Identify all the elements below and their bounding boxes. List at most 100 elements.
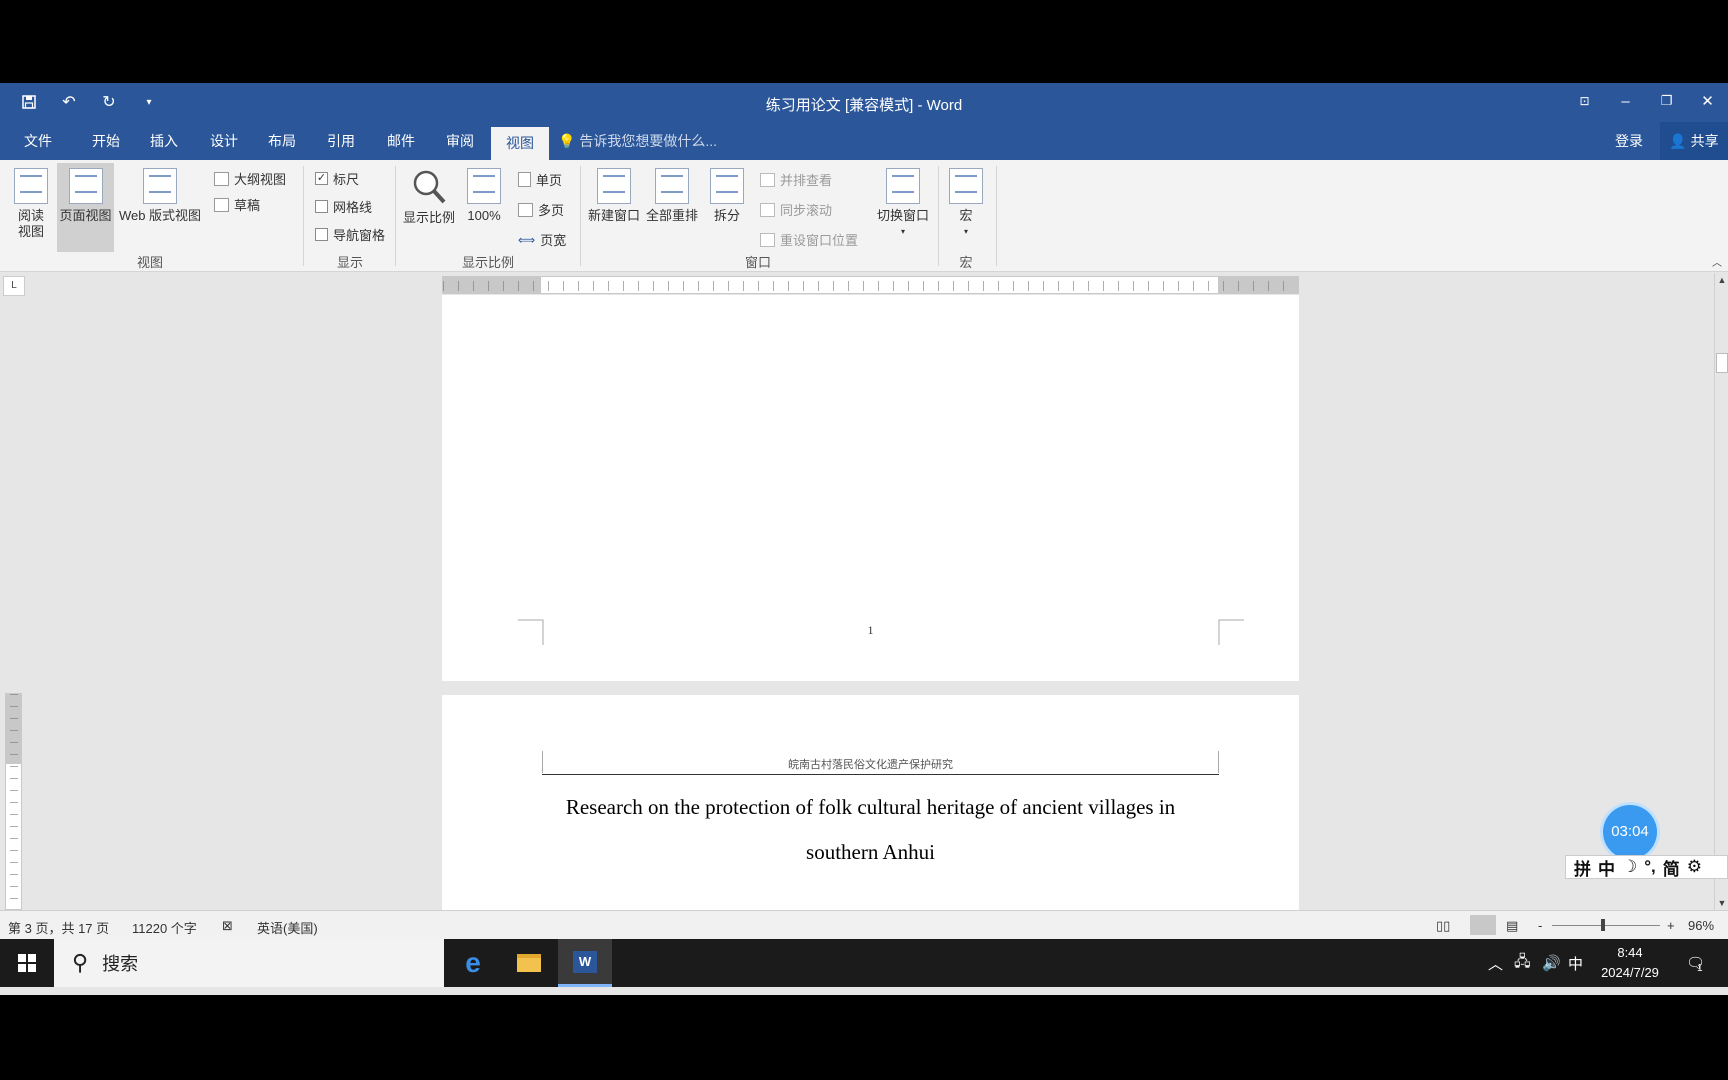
gridlines-checkbox[interactable]: 网格线 — [315, 197, 372, 216]
tab-selector[interactable]: L — [3, 276, 25, 296]
ime-toolbar[interactable]: 拼 中 ☽ °, 简 ⚙ — [1565, 855, 1728, 879]
show-hidden-icons[interactable]: ︿ — [1488, 939, 1503, 987]
system-clock[interactable]: 8:44 2024/7/29 — [1590, 943, 1670, 983]
tab-references[interactable]: 引用 — [317, 122, 365, 160]
tab-view[interactable]: 视图 — [491, 127, 549, 160]
ime-indicator[interactable]: 中 — [1568, 939, 1583, 987]
collapse-ribbon-button[interactable]: ︿ — [1712, 254, 1722, 269]
gear-icon[interactable]: ⚙ — [1687, 857, 1702, 877]
tab-file[interactable]: 文件 — [14, 122, 62, 160]
word-icon: W — [573, 950, 597, 973]
zoom-out-button[interactable]: - — [1538, 918, 1542, 933]
arrange-all-button[interactable]: 全部重排 — [643, 168, 701, 224]
page-2[interactable]: 皖南古村落民俗文化遗产保护研究 Research on the protecti… — [442, 695, 1299, 910]
checkbox-unchecked-icon — [315, 228, 328, 241]
zoom-button[interactable]: 显示比例 — [400, 168, 458, 226]
read-mode-view-icon[interactable]: ▯▯ — [1436, 918, 1450, 934]
ime-pinyin-icon[interactable]: 拼 — [1574, 855, 1591, 880]
tab-home[interactable]: 开始 — [82, 122, 130, 160]
proofing-icon[interactable]: ⊠ — [222, 918, 233, 934]
page-info[interactable]: 第 3 页，共 17 页 — [8, 918, 109, 937]
document-title-english[interactable]: Research on the protection of folk cultu… — [482, 785, 1259, 875]
login-link[interactable]: 登录 — [1615, 122, 1643, 160]
close-button[interactable]: ✕ — [1687, 83, 1728, 119]
ime-simplified-mode[interactable]: 简 — [1663, 855, 1680, 880]
tab-mailings[interactable]: 邮件 — [377, 122, 425, 160]
notification-center-button[interactable]: 🗨 1 — [1686, 939, 1705, 987]
macros-button[interactable]: 宏 ▾ — [944, 168, 988, 240]
zoom-level[interactable]: 96% — [1688, 918, 1714, 933]
print-layout-view-icon[interactable] — [1470, 915, 1496, 935]
nav-pane-checkbox[interactable]: 导航窗格 — [315, 225, 385, 244]
tab-review[interactable]: 审阅 — [436, 122, 484, 160]
page-width-button[interactable]: ⟺ 页宽 — [518, 230, 566, 249]
title-line-2: southern Anhui — [806, 840, 935, 864]
punctuation-icon[interactable]: °, — [1644, 857, 1656, 877]
reset-window-position-button[interactable]: 重设窗口位置 — [760, 230, 858, 249]
split-button[interactable]: 拆分 — [703, 168, 751, 224]
start-button[interactable] — [0, 939, 54, 987]
page-number: 1 — [867, 623, 874, 637]
zoom-slider-thumb[interactable] — [1601, 919, 1605, 931]
web-layout-button[interactable]: Web 版式视图 — [114, 168, 206, 224]
horizontal-ruler[interactable] — [442, 276, 1299, 294]
nav-pane-label: 导航窗格 — [333, 228, 386, 243]
restore-button[interactable]: ❐ — [1646, 83, 1687, 119]
document-area[interactable]: L 1 皖南古村落民俗文化遗产保护研究 Research on the prot… — [0, 273, 1728, 910]
network-icon[interactable]: 🖧 — [1514, 939, 1531, 987]
tab-design[interactable]: 设计 — [200, 122, 248, 160]
vertical-ruler[interactable] — [5, 693, 22, 910]
volume-icon[interactable]: 🔊 — [1542, 939, 1561, 987]
taskbar-file-explorer[interactable] — [502, 939, 556, 987]
zoom-100-button[interactable]: 100% — [462, 168, 506, 224]
scroll-up-icon[interactable]: ▲ — [1715, 275, 1728, 285]
outline-button[interactable]: 大纲视图 — [214, 169, 286, 188]
taskbar-edge[interactable]: e — [446, 939, 500, 987]
multi-page-button[interactable]: 多页 — [518, 200, 564, 219]
word-count[interactable]: 11220 个字 — [132, 918, 197, 937]
one-page-button[interactable]: 单页 — [518, 170, 562, 189]
zoom-slider[interactable] — [1552, 925, 1660, 926]
taskbar-search[interactable]: ⚲ 搜索 — [54, 939, 444, 987]
arrange-all-label: 全部重排 — [645, 208, 698, 223]
moon-icon[interactable]: ☽ — [1622, 857, 1637, 877]
ime-chinese-mode[interactable]: 中 — [1598, 855, 1615, 880]
chevron-down-icon: ▾ — [963, 227, 968, 236]
minimize-button[interactable]: – — [1605, 83, 1646, 119]
window-controls: ⊡ – ❐ ✕ — [1564, 83, 1728, 119]
draft-icon — [214, 197, 229, 212]
tab-layout[interactable]: 布局 — [258, 122, 306, 160]
language[interactable]: 英语(美国) — [257, 918, 318, 937]
new-window-icon — [597, 168, 631, 204]
chevron-up-icon: ︿ — [1488, 955, 1504, 973]
multi-page-label: 多页 — [538, 203, 565, 218]
tab-insert[interactable]: 插入 — [140, 122, 188, 160]
read-mode-button[interactable]: 阅读视图 — [8, 168, 54, 240]
restore-icon: ❐ — [1660, 93, 1673, 108]
status-bar: 第 3 页，共 17 页 11220 个字 ⊠ 英语(美国) ▯▯ ▤ - + … — [0, 910, 1728, 939]
print-layout-button[interactable]: 页面视图 — [57, 163, 114, 252]
page-width-label: 页宽 — [540, 233, 567, 248]
share-button[interactable]: 👤 共享 — [1660, 122, 1728, 160]
ribbon-display-options-button[interactable]: ⊡ — [1564, 83, 1605, 119]
separator — [395, 166, 396, 266]
scroll-thumb[interactable] — [1716, 353, 1728, 373]
sync-scroll-button[interactable]: 同步滚动 — [760, 200, 832, 219]
recording-timer[interactable]: 03:04 — [1603, 805, 1657, 859]
zoom-in-button[interactable]: + — [1667, 918, 1675, 933]
draft-button[interactable]: 草稿 — [214, 195, 260, 214]
scroll-down-icon[interactable]: ▼ — [1715, 898, 1728, 908]
checkbox-unchecked-icon — [315, 200, 328, 213]
switch-window-button[interactable]: 切换窗口 ▾ — [872, 168, 934, 240]
web-layout-view-icon[interactable]: ▤ — [1506, 918, 1518, 934]
vertical-scrollbar[interactable]: ▲ ▼ — [1714, 273, 1728, 910]
taskbar: ⚲ 搜索 e W ︿ 🖧 🔊 中 8:44 2024/7/29 🗨 1 — [0, 939, 1728, 987]
page-1[interactable]: 1 — [442, 295, 1299, 681]
side-by-side-button[interactable]: 并排查看 — [760, 170, 832, 189]
taskbar-word[interactable]: W — [558, 939, 612, 987]
tell-me-search[interactable]: 💡 告诉我您想要做什么... — [558, 122, 717, 160]
new-window-button[interactable]: 新建窗口 — [585, 168, 643, 224]
ruler-checkbox[interactable]: ✓ 标尺 — [315, 169, 359, 188]
group-label-show: 显示 — [336, 255, 363, 270]
separator — [580, 166, 581, 266]
